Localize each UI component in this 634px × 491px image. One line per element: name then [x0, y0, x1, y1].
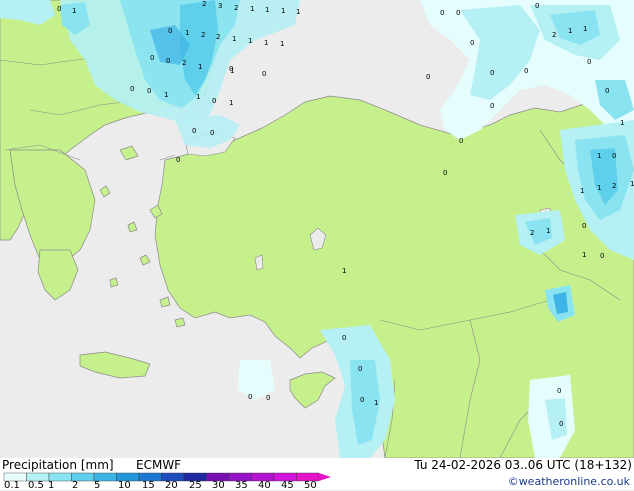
scale-tick-label: 0.5	[28, 480, 44, 491]
map-value-label: 1	[232, 35, 236, 43]
map-value-label: 0	[470, 39, 474, 47]
credit-text: ©weatheronline.co.uk	[507, 475, 630, 488]
map-value-label: 1	[568, 27, 572, 35]
map-value-label: 1	[620, 119, 624, 127]
map-value-label: 0	[582, 222, 586, 230]
map-value-label: 1	[582, 251, 586, 259]
map-value-label: 0	[150, 54, 154, 62]
map-value-label: 1	[597, 152, 601, 160]
scale-tick-label: 30	[212, 480, 225, 491]
map-value-label: 3	[218, 2, 222, 10]
map-value-label: 2	[612, 182, 616, 190]
map-value-label: 0	[360, 396, 364, 404]
scale-tick-label: 10	[118, 480, 131, 491]
map-value-label: 1	[630, 180, 634, 188]
map-value-label: 0	[266, 394, 270, 402]
map-value-label: 2	[216, 33, 220, 41]
map-value-label: 0	[490, 102, 494, 110]
precipitation-map: 0 1 2 3 2 1 1 1 1 0 1 2 2 1 1 1 1 0 0 2 1 1 0 0 0 1 1 0 1 0 0 0 0 0 0 0 0 0 0 0…	[0, 0, 634, 458]
map-value-label: 0	[456, 9, 460, 17]
map-value-label: 0	[57, 5, 61, 13]
map-value-label: 0	[130, 85, 134, 93]
map-value-label: 1	[229, 99, 233, 107]
map-value-label: 0	[426, 73, 430, 81]
scale-tick-label: 25	[189, 480, 202, 491]
scale-tick-label: 35	[235, 480, 248, 491]
map-value-label: 1	[250, 5, 254, 13]
map-value-label: 1	[546, 227, 550, 235]
map-value-label: 2	[552, 31, 556, 39]
map-value-label: 1	[265, 6, 269, 14]
map-value-label: 0	[587, 58, 591, 66]
model-name: ECMWF	[136, 458, 182, 472]
map-value-label: 0	[559, 420, 563, 428]
scale-tick-label: 0.1	[4, 480, 20, 491]
map-value-label: 1	[264, 39, 268, 47]
map-value-label: 0	[612, 152, 616, 160]
map-value-label: 2	[234, 4, 238, 12]
map-value-label: 1	[198, 63, 202, 71]
map-value-label: 1	[72, 7, 76, 15]
map-value-label: 2	[202, 0, 206, 8]
scale-tick-label: 45	[281, 480, 294, 491]
map-value-label: 1	[164, 91, 168, 99]
map-value-label: 1	[583, 25, 587, 33]
map-value-label: 0	[358, 365, 362, 373]
map-value-label: 0	[262, 70, 266, 78]
scale-tick-label: 20	[165, 480, 178, 491]
map-value-label: 0	[600, 252, 604, 260]
map-value-label: 0	[342, 334, 346, 342]
map-value-label: 0	[168, 27, 172, 35]
scale-tick-label: 15	[142, 480, 155, 491]
map-value-label: 0	[605, 87, 609, 95]
map-value-label: 0	[248, 393, 252, 401]
scale-tick-label: 5	[94, 480, 101, 491]
map-value-label: 1	[281, 7, 285, 15]
scale-overflow-arrow	[319, 473, 331, 481]
map-value-label: 1	[185, 29, 189, 37]
scale-tick-label: 2	[72, 480, 79, 491]
map-value-label: 1	[296, 8, 300, 16]
scale-tick-label: 1	[48, 480, 55, 491]
map-value-label: 1	[374, 399, 378, 407]
map-value-label: 0	[229, 65, 233, 73]
map-value-label: 1	[196, 93, 200, 101]
forecast-datetime: Tu 24-02-2026 03..06 UTC (18+132)	[414, 458, 632, 472]
map-value-label: 0	[176, 156, 180, 164]
map-value-label: 1	[248, 37, 252, 45]
map-value-label: 1	[597, 184, 601, 192]
map-value-label: 0	[490, 69, 494, 77]
map-value-label: 0	[524, 67, 528, 75]
map-value-label: 1	[342, 267, 346, 275]
map-value-label: 2	[201, 31, 205, 39]
scale-tick-label: 50	[304, 480, 317, 491]
map-value-label: 0	[192, 127, 196, 135]
map-value-label: 0	[210, 129, 214, 137]
map-value-label: 0	[459, 137, 463, 145]
legend-title: Precipitation [mm]	[2, 458, 114, 472]
map-value-label: 0	[440, 9, 444, 17]
map-value-label: 2	[530, 229, 534, 237]
map-value-label: 0	[557, 387, 561, 395]
map-value-label: 2	[182, 59, 186, 67]
map-value-label: 0	[166, 57, 170, 65]
map-value-label: 1	[280, 40, 284, 48]
map-value-label: 0	[147, 87, 151, 95]
scale-tick-label: 40	[258, 480, 271, 491]
map-value-label: 0	[535, 2, 539, 10]
map-value-label: 0	[212, 97, 216, 105]
legend-bar: Precipitation [mm] ECMWF Tu 24-02-2026 0…	[0, 458, 634, 491]
map-value-label: 1	[580, 187, 584, 195]
map-value-label: 0	[443, 169, 447, 177]
